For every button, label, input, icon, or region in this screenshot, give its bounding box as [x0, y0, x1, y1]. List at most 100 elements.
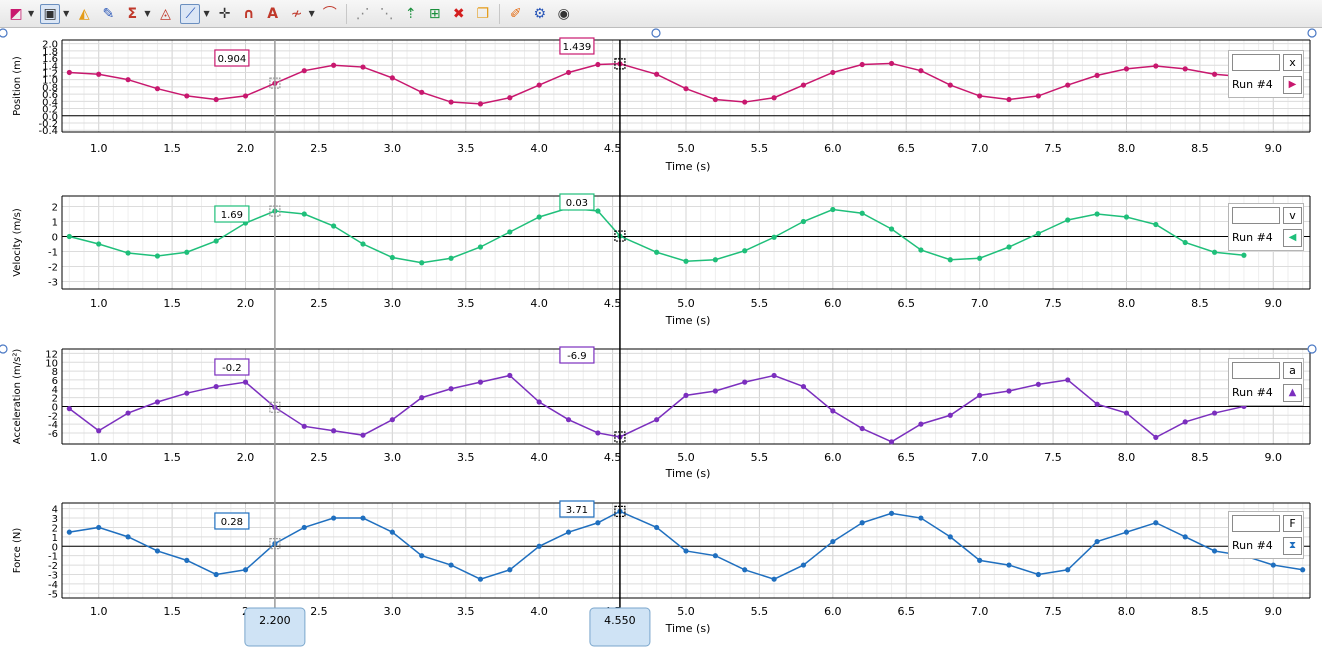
- stats-tool-icon[interactable]: ✎: [99, 5, 117, 23]
- interpolate-icon[interactable]: ⋰: [354, 5, 372, 23]
- data-point: [477, 101, 484, 107]
- data-point: [830, 408, 836, 414]
- y-axis-title: Force (N): [12, 528, 23, 574]
- x-tick-label: 3.5: [457, 297, 475, 310]
- legend-value-field[interactable]: [1232, 362, 1280, 379]
- resize-handle: [0, 344, 8, 354]
- legend-marker-icon[interactable]: ◀: [1283, 229, 1302, 247]
- legend-box[interactable]: x Run #4 ▶: [1228, 50, 1304, 98]
- data-point: [477, 244, 484, 250]
- delta-icon[interactable]: ⋱: [378, 5, 396, 23]
- chevron-down-icon[interactable]: ▼: [203, 9, 209, 18]
- data-point: [595, 430, 601, 436]
- x-tick-label: 3.0: [384, 297, 402, 310]
- zoom-region-icon[interactable]: ⟋: [180, 3, 201, 24]
- data-point: [742, 99, 748, 105]
- data-point: [301, 423, 307, 429]
- data-point: [1300, 567, 1306, 573]
- x-tick-label: 6.0: [824, 451, 842, 464]
- data-point: [125, 250, 131, 256]
- chevron-down-icon[interactable]: ▼: [63, 9, 69, 18]
- graph-options-icon[interactable]: ◩: [7, 5, 25, 23]
- crosshair-icon[interactable]: ✛: [216, 5, 234, 23]
- y-axis-title: Velocity (m/s): [12, 208, 23, 277]
- legend-marker-icon[interactable]: ⧗: [1283, 537, 1302, 555]
- y-tick-label: 2: [52, 523, 58, 534]
- cursor-handle-left[interactable]: 2.200: [244, 607, 306, 647]
- legend-box[interactable]: v Run #4 ◀: [1228, 203, 1304, 251]
- data-point: [859, 425, 865, 432]
- data-point: [1006, 96, 1012, 103]
- annotation-icon[interactable]: A: [264, 5, 282, 23]
- data-point: [1006, 388, 1012, 394]
- data-point: [331, 62, 337, 68]
- value-label-text: 3.71: [566, 505, 588, 516]
- eye-icon[interactable]: ◉: [555, 5, 573, 23]
- data-point: [800, 218, 807, 225]
- legend-value-field[interactable]: [1232, 207, 1280, 224]
- legend-value-field[interactable]: [1232, 515, 1280, 532]
- x-tick-label: 8.5: [1191, 451, 1209, 464]
- x-tick-label: 7.0: [971, 142, 989, 155]
- resize-handle: [1307, 28, 1317, 38]
- legend-value-field[interactable]: [1232, 54, 1280, 71]
- settings-icon[interactable]: ⚙: [531, 5, 549, 23]
- data-point: [301, 68, 307, 74]
- data-point: [1094, 72, 1100, 78]
- integral-icon[interactable]: ◬: [156, 5, 174, 23]
- data-point: [1182, 66, 1188, 72]
- data-point: [419, 395, 425, 401]
- legend-box[interactable]: F Run #4 ⧗: [1228, 511, 1304, 559]
- data-point: [1270, 562, 1276, 568]
- chevron-down-icon[interactable]: ▼: [28, 9, 34, 18]
- tangent-icon[interactable]: ⌒: [321, 5, 339, 23]
- x-tick-label: 2.5: [310, 451, 328, 464]
- x-tick-label: 5.0: [677, 605, 695, 618]
- data-point: [507, 95, 513, 101]
- x-tick-label: 4.5: [604, 142, 622, 155]
- analyze-color-icon[interactable]: ◭: [75, 5, 93, 23]
- y-tick-label: -5: [48, 589, 58, 600]
- data-point: [565, 69, 572, 76]
- chevron-down-icon[interactable]: ▼: [309, 9, 315, 18]
- data-point: [830, 538, 836, 545]
- data-point: [66, 406, 72, 412]
- cursor-handle-right[interactable]: 4.550: [589, 607, 651, 647]
- cursor-handle-label: 4.550: [604, 614, 636, 627]
- data-point: [448, 255, 454, 261]
- data-point: [507, 372, 513, 379]
- pin-icon[interactable]: ✐: [507, 5, 525, 23]
- legend-box[interactable]: a Run #4 ▲: [1228, 358, 1304, 406]
- x-tick-label: 7.5: [1044, 605, 1062, 618]
- delete-icon[interactable]: ✖: [450, 5, 468, 23]
- data-point: [654, 524, 660, 531]
- data-point: [96, 428, 102, 434]
- curve-fit-icon[interactable]: ∩: [240, 5, 258, 23]
- data-point: [213, 571, 219, 578]
- data-point: [389, 75, 395, 81]
- data-point: [154, 399, 161, 405]
- data-point: [742, 248, 748, 254]
- graph-panel-3: -6-4-20246810121.0 1.5 2.0 2.5 3.0 3.5 4.0 4.5 5…: [12, 346, 1311, 480]
- x-tick-label: 3.5: [457, 142, 475, 155]
- x-tick-label: 4.0: [530, 451, 548, 464]
- data-browser-icon[interactable]: ▣: [40, 3, 61, 24]
- y-tick-label: 2: [52, 203, 58, 214]
- legend-marker-icon[interactable]: ▲: [1283, 384, 1302, 402]
- y-axis-title: Position (m): [12, 56, 23, 116]
- autoscale-icon[interactable]: ⇡: [402, 5, 420, 23]
- smooth-icon[interactable]: ≁: [288, 5, 306, 23]
- legend-variable: a: [1283, 362, 1302, 379]
- legend-marker-icon[interactable]: ▶: [1283, 76, 1302, 94]
- x-tick-label: 1.5: [163, 451, 181, 464]
- data-point: [654, 417, 660, 423]
- y-tick-label: -2: [48, 561, 58, 572]
- chevron-down-icon[interactable]: ▼: [144, 9, 150, 18]
- data-point: [947, 534, 953, 540]
- duplicate-icon[interactable]: ❐: [474, 5, 492, 23]
- data-point: [1065, 377, 1071, 383]
- sigma-icon[interactable]: Σ: [123, 5, 141, 23]
- zoom-box-icon[interactable]: ⊞: [426, 5, 444, 23]
- data-point: [1123, 529, 1130, 535]
- x-tick-label: 6.0: [824, 142, 842, 155]
